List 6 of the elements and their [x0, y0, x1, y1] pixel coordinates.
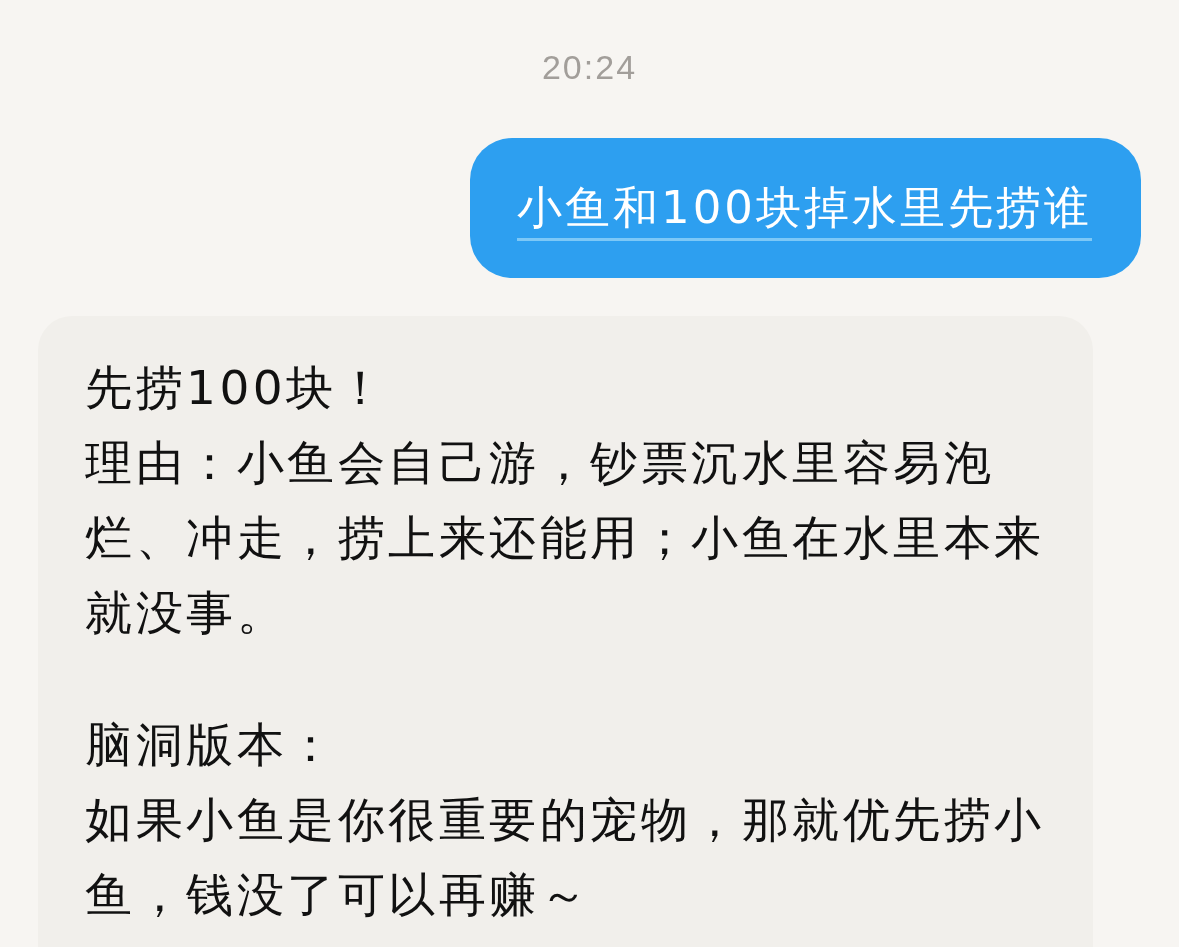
message-text: 理由：小鱼会自己游，钞票沉水里容易泡烂、冲走，捞上来还能用；小鱼在水里本来就没事。	[85, 435, 1045, 640]
message-text: 如果小鱼是你很重要的宠物，那就优先捞小鱼，钱没了可以再赚～	[85, 792, 1045, 922]
message-text: 脑洞版本：	[85, 717, 338, 772]
message-text: 小鱼和100块掉水里先捞谁	[517, 178, 1092, 241]
timestamp-label: 20:24	[541, 47, 638, 87]
message-text: 先捞100块！	[85, 360, 388, 415]
